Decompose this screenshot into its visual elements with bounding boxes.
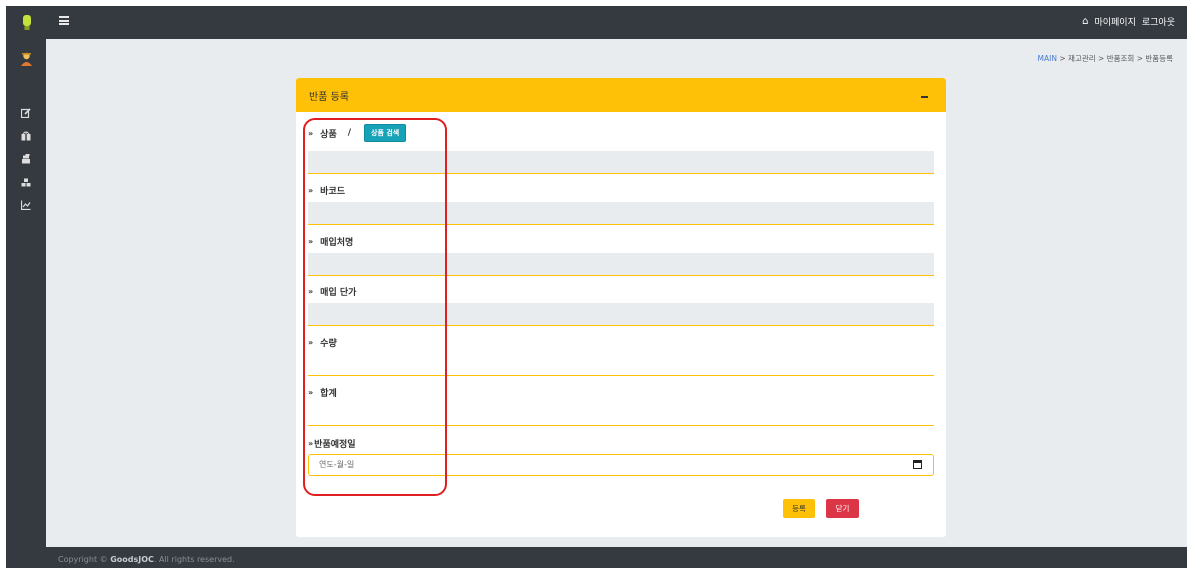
home-icon[interactable]: ⌂: [1082, 16, 1088, 27]
product-label: 상품: [320, 129, 337, 140]
warehouse-icon[interactable]: [19, 176, 33, 188]
gift-icon[interactable]: [19, 130, 33, 142]
register-button[interactable]: 등록: [783, 499, 815, 518]
breadcrumb-item: 반품조회: [1106, 54, 1135, 63]
vendor-field: » 매입처명: [308, 235, 934, 248]
chevron-right-icon: »: [308, 128, 313, 138]
calendar-icon[interactable]: [913, 460, 922, 469]
chevron-right-icon: »: [308, 287, 313, 296]
product-search-button[interactable]: 상품 검색: [364, 124, 407, 142]
inventory-icon[interactable]: [19, 153, 33, 165]
return-date-field: » 반품예정일: [308, 437, 934, 450]
footer: Copyright © GoodsJOC. All rights reserve…: [6, 547, 1187, 568]
footer-brand: GoodsJOC: [110, 555, 154, 564]
card-header: 반품 등록: [296, 78, 946, 112]
divider: [308, 224, 934, 225]
divider: [308, 375, 934, 376]
product-input[interactable]: [308, 151, 934, 173]
collapse-icon[interactable]: [921, 96, 928, 98]
return-date-placeholder: 연도-월-일: [319, 460, 355, 469]
barcode-input[interactable]: [308, 202, 934, 224]
return-register-card: 반품 등록 » 상품 / 상품 검색 » 바코드 » 매입처명 » 매입 단가 …: [296, 78, 946, 537]
breadcrumb: MAIN > 재고관리 > 반품조회 > 반품등록: [1037, 54, 1173, 63]
chevron-right-icon: »: [308, 439, 313, 448]
logout-link[interactable]: 로그아웃: [1142, 15, 1175, 28]
unit-price-label: 매입 단가: [320, 288, 357, 298]
app-frame: ⌂ 마이페이지 로그아웃 MAIN > 재고관리 > 반품조회 > 반품등록 반…: [6, 6, 1187, 568]
total-label: 합계: [320, 389, 337, 399]
breadcrumb-item: 반품등록: [1145, 54, 1173, 63]
quantity-field: » 수량: [308, 336, 934, 349]
return-date-label: 반품예정일: [314, 440, 356, 450]
chevron-right-icon: »: [308, 338, 313, 347]
menu-icon[interactable]: [59, 16, 69, 25]
product-field: » 상품 / 상품 검색: [308, 124, 934, 142]
lightbulb-icon[interactable]: [12, 9, 42, 36]
mypage-link[interactable]: 마이페이지: [1094, 15, 1135, 28]
quantity-label: 수량: [320, 339, 337, 349]
top-right-links: ⌂ 마이페이지 로그아웃: [1082, 15, 1175, 28]
divider: [308, 325, 934, 326]
edit-icon[interactable]: [19, 107, 33, 119]
chevron-right-icon: »: [308, 237, 313, 246]
divider: [308, 275, 934, 276]
sidebar: [6, 39, 46, 547]
barcode-label: 바코드: [320, 187, 346, 197]
user-avatar-icon[interactable]: [19, 52, 33, 66]
close-button[interactable]: 닫기: [826, 499, 859, 518]
divider: [308, 173, 934, 174]
unit-price-field: » 매입 단가: [308, 285, 934, 298]
vendor-label: 매입처명: [320, 238, 354, 248]
chevron-right-icon: »: [308, 186, 313, 195]
top-navbar: ⌂ 마이페이지 로그아웃: [6, 6, 1187, 39]
divider: [308, 425, 934, 426]
return-date-input[interactable]: 연도-월-일: [308, 454, 934, 476]
breadcrumb-main[interactable]: MAIN: [1038, 54, 1057, 63]
chart-icon[interactable]: [19, 199, 33, 211]
total-field: » 합계: [308, 386, 934, 399]
breadcrumb-item: 재고관리: [1068, 54, 1096, 63]
unit-price-input[interactable]: [308, 303, 934, 325]
barcode-field: » 바코드: [308, 184, 934, 197]
card-title: 반품 등록: [309, 91, 349, 103]
chevron-right-icon: »: [308, 388, 313, 397]
vendor-input[interactable]: [308, 253, 934, 275]
